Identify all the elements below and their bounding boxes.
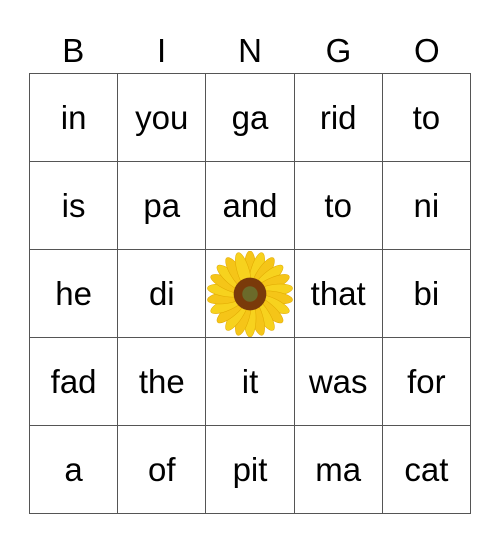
bingo-cell[interactable]: to [294,162,383,250]
sunflower-core [242,285,258,302]
header-letter-i: I [157,32,167,69]
bingo-cell[interactable]: you [118,74,207,162]
bingo-cell[interactable]: pit [206,426,295,514]
bingo-cell[interactable]: and [206,162,295,250]
bingo-cell[interactable]: ma [294,426,383,514]
bingo-cell[interactable]: that [294,250,383,338]
bingo-cell[interactable]: di [118,250,207,338]
bingo-cell[interactable]: is [30,162,119,250]
bingo-cell[interactable]: ga [206,74,295,162]
header-letter-o: O [413,32,440,69]
bingo-cell[interactable]: pa [118,162,207,250]
bingo-cell[interactable]: was [294,338,383,426]
bingo-cell[interactable]: fad [30,338,119,426]
bingo-cell[interactable]: he [30,250,119,338]
header-letter-g: G [325,32,352,69]
header-letter-n: N [238,32,262,69]
bingo-cell[interactable]: the [118,338,207,426]
bingo-cell[interactable]: it [206,338,295,426]
bingo-cell[interactable]: rid [294,74,383,162]
bingo-cell[interactable]: cat [382,426,471,514]
bingo-cell[interactable]: a [30,426,119,514]
sunflower-icon [207,250,293,337]
bingo-cell[interactable]: in [30,74,119,162]
bingo-header: B I N G O [29,30,471,72]
bingo-cell[interactable]: for [382,338,471,426]
bingo-card: in you ga rid to is pa and to ni he di t… [29,73,471,514]
bingo-cell[interactable]: of [118,426,207,514]
bingo-cell[interactable]: to [382,74,471,162]
free-space-cell[interactable] [206,250,295,338]
bingo-cell[interactable]: bi [382,250,471,338]
bingo-cell[interactable]: ni [382,162,471,250]
header-letter-b: B [62,32,85,69]
